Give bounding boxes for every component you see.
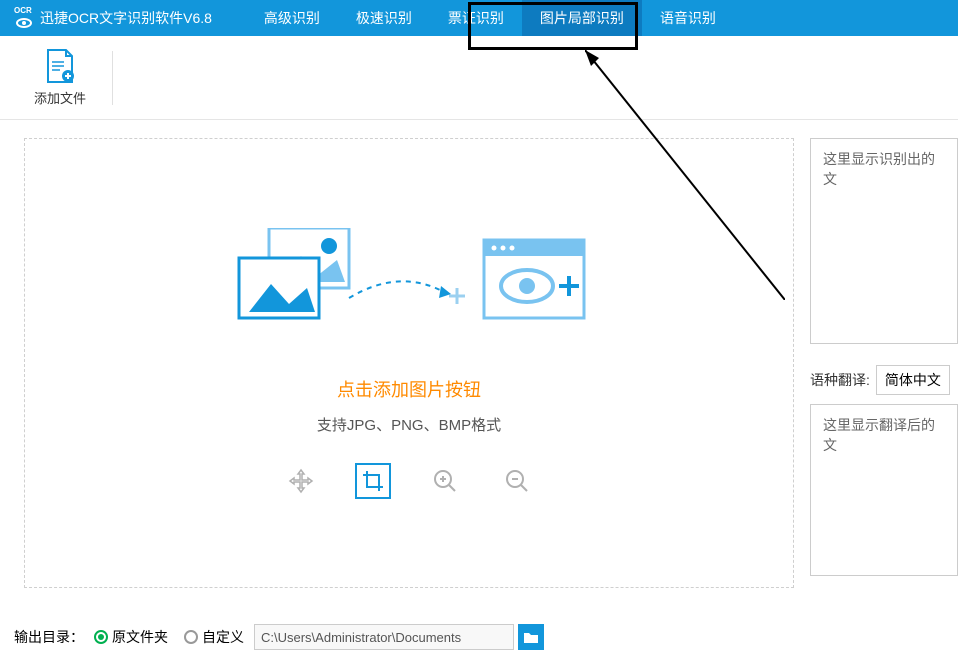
translate-language-dropdown[interactable]: 简体中文 — [876, 365, 950, 395]
format-text: 支持JPG、PNG、BMP格式 — [317, 414, 501, 435]
output-bar: 输出目录： 原文件夹 自定义 — [0, 624, 558, 650]
translate-label: 语种翻译: — [810, 370, 870, 390]
app-title: 迅捷OCR文字识别软件V6.8 — [40, 8, 212, 28]
move-tool-icon[interactable] — [283, 463, 319, 499]
crop-tool-icon[interactable] — [355, 463, 391, 499]
toolbar-divider — [112, 51, 113, 105]
right-panel: 这里显示识别出的文 语种翻译: 简体中文 这里显示翻译后的文 — [810, 138, 958, 588]
radio-original-folder[interactable]: 原文件夹 — [94, 627, 168, 647]
output-path-input[interactable] — [254, 624, 514, 650]
add-file-label: 添加文件 — [34, 88, 86, 107]
add-file-icon — [44, 48, 76, 84]
translate-row: 语种翻译: 简体中文 — [810, 364, 958, 396]
illustration — [229, 228, 589, 348]
folder-icon — [523, 630, 539, 644]
prompt-text: 点击添加图片按钮 — [337, 376, 481, 402]
tab-fast[interactable]: 极速识别 — [338, 0, 430, 36]
radio-original-label: 原文件夹 — [112, 627, 168, 647]
nav-tabs: 高级识别 极速识别 票证识别 图片局部识别 语音识别 — [246, 0, 734, 36]
radio-custom-folder[interactable]: 自定义 — [184, 627, 244, 647]
output-label: 输出目录： — [14, 627, 84, 647]
tab-ticket[interactable]: 票证识别 — [430, 0, 522, 36]
tab-voice[interactable]: 语音识别 — [642, 0, 734, 36]
radio-icon — [184, 630, 198, 644]
translate-textbox[interactable]: 这里显示翻译后的文 — [810, 404, 958, 576]
zoom-in-icon[interactable] — [427, 463, 463, 499]
output-radio-group: 原文件夹 自定义 — [94, 627, 244, 647]
drop-zone[interactable]: 点击添加图片按钮 支持JPG、PNG、BMP格式 — [24, 138, 794, 588]
add-file-button[interactable]: 添加文件 — [20, 40, 100, 115]
browse-folder-button[interactable] — [518, 624, 544, 650]
toolbar: 添加文件 — [0, 36, 958, 120]
tab-image-region[interactable]: 图片局部识别 — [522, 0, 642, 36]
top-bar: OCR 迅捷OCR文字识别软件V6.8 高级识别 极速识别 票证识别 图片局部识… — [0, 0, 958, 36]
zoom-out-icon[interactable] — [499, 463, 535, 499]
tab-advanced[interactable]: 高级识别 — [246, 0, 338, 36]
radio-custom-label: 自定义 — [202, 627, 244, 647]
radio-icon — [94, 630, 108, 644]
logo-area: OCR 迅捷OCR文字识别软件V6.8 — [0, 8, 246, 28]
tool-icons — [283, 463, 535, 499]
result-textbox[interactable]: 这里显示识别出的文 — [810, 138, 958, 344]
app-logo-icon: OCR — [14, 8, 34, 28]
content-area: 点击添加图片按钮 支持JPG、PNG、BMP格式 — [0, 120, 958, 606]
